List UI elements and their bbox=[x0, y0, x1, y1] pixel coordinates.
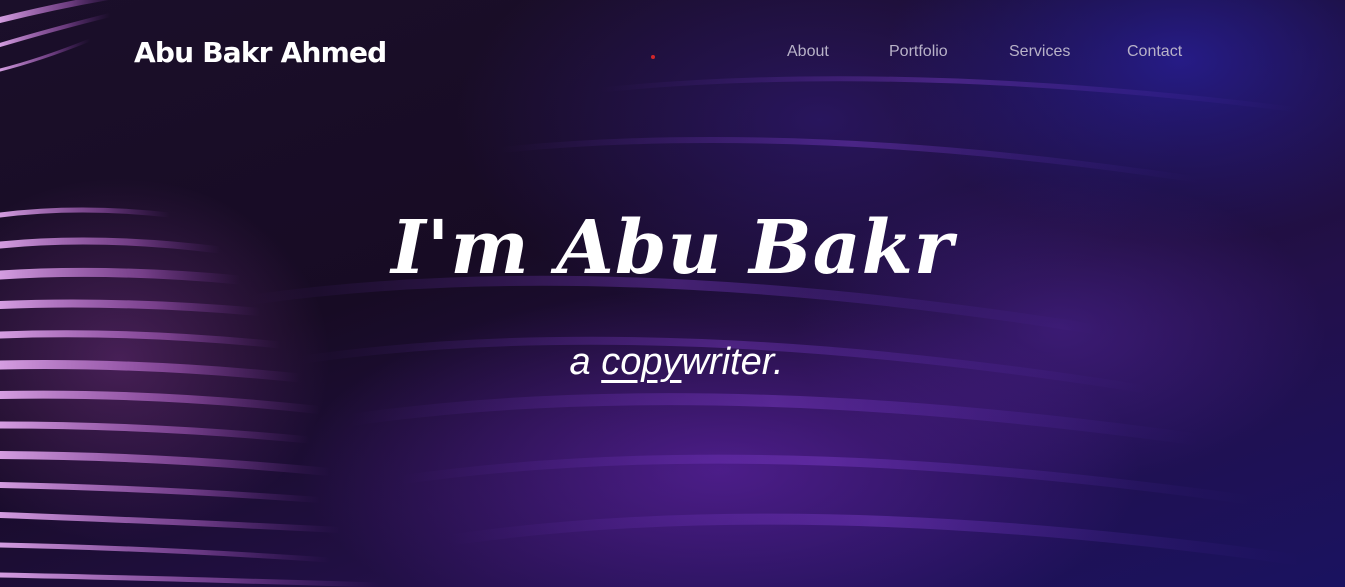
indicator-dot bbox=[651, 55, 655, 59]
nav-link-portfolio[interactable]: Portfolio bbox=[889, 40, 948, 64]
hero-subheadline: a copywriter. bbox=[0, 334, 1345, 390]
hero-section: Abu Bakr Ahmed About Portfolio Services … bbox=[0, 0, 1345, 587]
typed-text: copy bbox=[601, 341, 682, 383]
nav-link-contact[interactable]: Contact bbox=[1127, 40, 1182, 64]
subheadline-rest: writer. bbox=[681, 341, 784, 383]
nav-link-services[interactable]: Services bbox=[1009, 40, 1070, 64]
brand-logo-link[interactable]: Abu Bakr Ahmed bbox=[134, 33, 387, 73]
top-navbar: Abu Bakr Ahmed About Portfolio Services … bbox=[0, 0, 1345, 105]
nav-link-about[interactable]: About bbox=[787, 40, 829, 64]
subheadline-prefix: a bbox=[569, 341, 602, 383]
hero-headline: I'm Abu Bakr bbox=[391, 205, 954, 291]
